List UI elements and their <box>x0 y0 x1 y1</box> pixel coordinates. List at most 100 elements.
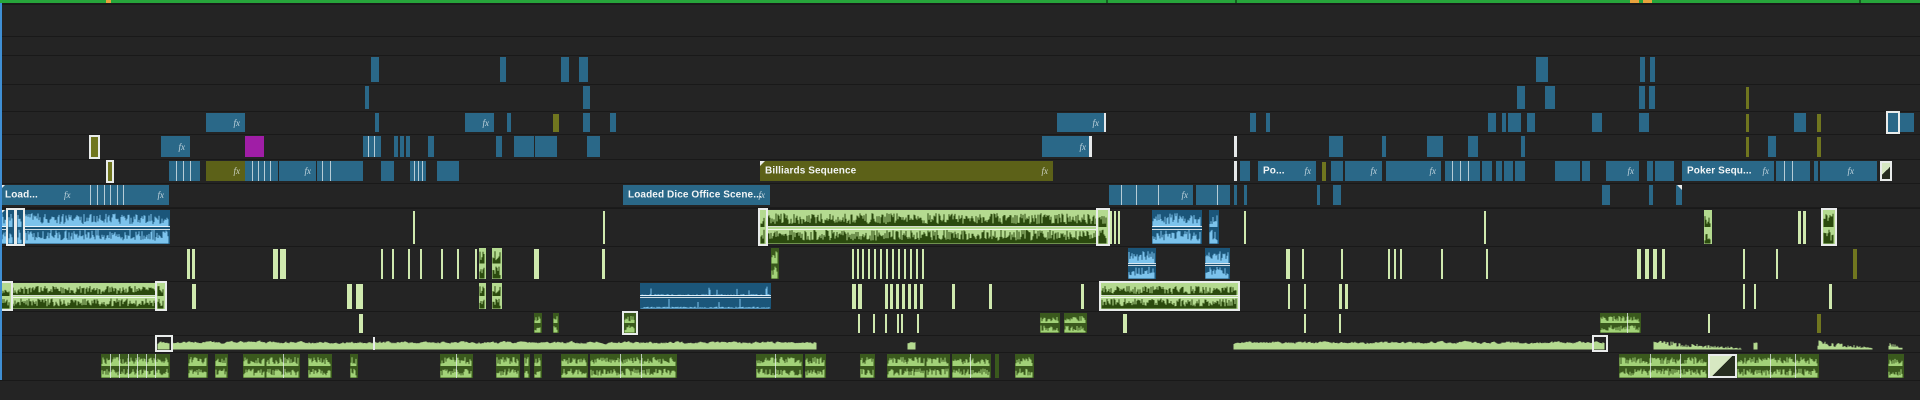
olive-sliver[interactable] <box>1746 137 1749 157</box>
audio-clip-dark-green[interactable] <box>995 354 999 378</box>
audio-sliver[interactable] <box>420 249 422 279</box>
audio-sliver[interactable] <box>910 249 912 279</box>
audio-sliver[interactable] <box>922 249 924 279</box>
audio-clip-dark-green[interactable] <box>771 248 779 279</box>
video-clip[interactable] <box>1814 161 1818 181</box>
audio-clip-green[interactable] <box>1823 210 1835 244</box>
clip-cut-line[interactable] <box>1460 161 1461 181</box>
audio-clip-dark-green[interactable] <box>1737 354 1819 378</box>
track-v2[interactable]: fx fx Billiards Sequence fx Po... fx fx fx fx Pok… <box>0 159 1920 183</box>
audio-sliver[interactable] <box>898 249 900 279</box>
audio-sliver[interactable] <box>1110 211 1112 244</box>
video-clip[interactable] <box>1382 136 1386 157</box>
ruler-marker-icon[interactable] <box>106 0 111 3</box>
audio-sliver[interactable] <box>413 211 415 244</box>
audio-sliver[interactable] <box>858 284 862 309</box>
clip-cut-line[interactable] <box>775 354 776 378</box>
audio-clip-blue[interactable] <box>17 210 23 244</box>
clip-cut-line[interactable] <box>322 161 323 181</box>
clip-cut-line[interactable] <box>456 354 457 378</box>
video-clip[interactable] <box>1508 113 1521 132</box>
video-clip[interactable] <box>1649 86 1655 109</box>
clip-cut-line[interactable] <box>414 161 415 181</box>
audio-waveform-clip[interactable] <box>1817 337 1874 350</box>
audio-sliver[interactable] <box>1662 249 1665 279</box>
clip-cut-line[interactable] <box>1650 354 1651 378</box>
video-clip[interactable] <box>1504 161 1513 181</box>
video-clip[interactable] <box>1649 185 1653 205</box>
video-clip[interactable] <box>1859 161 1877 181</box>
clip-cut-line[interactable] <box>90 185 91 205</box>
audio-clip-dark-green[interactable] <box>756 354 803 378</box>
clip-cut-line[interactable] <box>1468 161 1469 181</box>
clip-cut-line[interactable] <box>422 161 423 181</box>
audio-sliver[interactable] <box>1798 211 1801 244</box>
olive-sliver[interactable] <box>1817 137 1821 157</box>
audio-sliver[interactable] <box>603 211 605 244</box>
video-clip[interactable] <box>363 136 381 157</box>
audio-sliver[interactable] <box>1388 249 1390 279</box>
clip-cut-line[interactable] <box>123 185 124 205</box>
audio-clip-dark-green[interactable] <box>1015 354 1034 378</box>
clip-cut-line[interactable] <box>1627 313 1628 333</box>
audio-clip-dark-green[interactable] <box>243 354 266 378</box>
clip-cut-line[interactable] <box>183 161 184 181</box>
audio-clip-dark-green[interactable] <box>1064 313 1087 333</box>
ruler-marker-icon[interactable] <box>1630 0 1639 3</box>
audio-sliver[interactable] <box>896 284 899 309</box>
clip-cut-line[interactable] <box>1452 161 1453 181</box>
clip-cut-line[interactable] <box>1680 354 1681 378</box>
clip-cut-line[interactable] <box>330 161 331 181</box>
audio-sliver[interactable] <box>886 249 888 279</box>
track-v4[interactable]: fx fx fx <box>0 111 1920 134</box>
audio-clip-dark-green[interactable] <box>350 354 358 378</box>
video-clip[interactable] <box>1196 185 1230 205</box>
video-clip[interactable] <box>1768 136 1776 157</box>
audio-clip-green[interactable] <box>11 283 157 309</box>
volume-line[interactable] <box>1205 262 1230 264</box>
audio-sliver[interactable] <box>1486 249 1488 279</box>
audio-clip-blue[interactable] <box>8 210 14 244</box>
video-clip[interactable] <box>1592 113 1602 132</box>
video-clip[interactable] <box>410 161 426 181</box>
audio-clip-green[interactable] <box>760 210 766 244</box>
clip-cut-line[interactable] <box>1217 185 1218 205</box>
video-clip[interactable] <box>1515 161 1525 181</box>
video-clip[interactable]: fx <box>1606 161 1639 181</box>
audio-sliver[interactable] <box>858 314 860 333</box>
audio-clip-dark-green[interactable] <box>308 354 332 378</box>
video-clip[interactable] <box>437 161 459 181</box>
olive-sliver[interactable] <box>1322 162 1326 181</box>
clip-cut-line[interactable] <box>110 185 111 205</box>
video-clip[interactable] <box>1536 57 1548 82</box>
volume-line[interactable] <box>766 228 1098 230</box>
audio-waveform-clip[interactable] <box>1653 337 1743 350</box>
video-clip[interactable] <box>1240 161 1250 181</box>
video-clip[interactable]: fx <box>1345 161 1382 181</box>
video-clip[interactable] <box>1488 113 1496 132</box>
clip-cut-line[interactable] <box>970 354 971 378</box>
volume-line[interactable] <box>0 228 170 230</box>
audio-sliver[interactable] <box>857 249 859 279</box>
track-v1[interactable]: Load... fx fx Loaded Dice Office Scene... fx… <box>0 183 1920 207</box>
track-v3[interactable]: fx fx <box>0 134 1920 159</box>
audio-sliver[interactable] <box>902 284 905 309</box>
transition-clip[interactable] <box>1708 354 1737 378</box>
audio-clip-dark-green[interactable] <box>926 354 950 378</box>
audio-sliver[interactable] <box>359 314 363 333</box>
clip-cut-line[interactable] <box>104 185 105 205</box>
audio-clip-dark-green[interactable] <box>590 354 677 378</box>
audio-sliver[interactable] <box>1653 249 1657 279</box>
render-bar[interactable] <box>0 0 1920 3</box>
audio-clip-dark-green[interactable] <box>553 313 559 333</box>
ruler-marker-icon[interactable] <box>1643 0 1652 3</box>
audio-sliver[interactable] <box>885 284 888 309</box>
audio-sliver[interactable] <box>1341 249 1343 279</box>
volume-line[interactable] <box>1152 226 1202 228</box>
clip-cut-line[interactable] <box>252 161 253 181</box>
video-clip[interactable] <box>1527 113 1535 132</box>
audio-clip-dark-green[interactable] <box>534 354 542 378</box>
audio-sliver[interactable] <box>392 249 394 279</box>
video-clip[interactable] <box>381 161 394 181</box>
video-clip[interactable]: fx <box>465 113 494 132</box>
